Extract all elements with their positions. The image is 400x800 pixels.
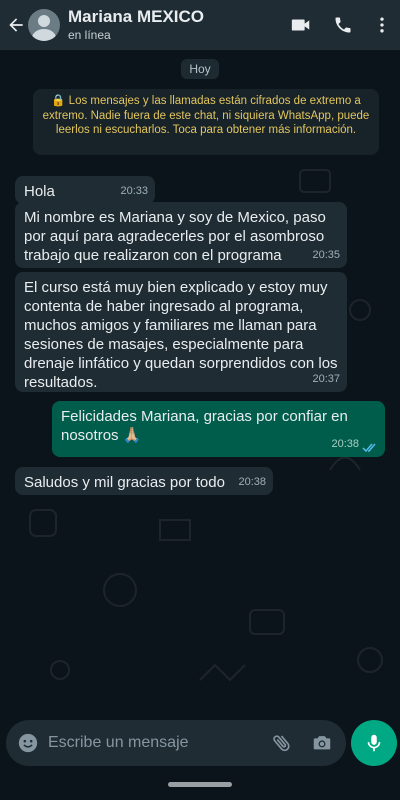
camera-icon	[313, 736, 331, 750]
incoming-message[interactable]: Hola Amigos 20:33	[15, 176, 155, 219]
contact-status: en línea	[68, 28, 111, 42]
encryption-notice[interactable]: 🔒 Los mensajes y las llamadas están cifr…	[33, 89, 379, 155]
double-check-icon	[362, 443, 376, 453]
paperclip-icon	[273, 735, 290, 752]
outgoing-message[interactable]: Felicidades Mariana, gracias por confiar…	[52, 401, 385, 457]
contact-info[interactable]: Mariana MEXICO en línea	[68, 7, 280, 43]
message-time: 20:33	[120, 185, 148, 197]
emoji-button[interactable]	[8, 720, 48, 766]
microphone-icon	[367, 734, 381, 752]
message-composer	[6, 720, 346, 766]
back-button[interactable]	[2, 0, 30, 50]
video-call-button[interactable]	[280, 0, 322, 50]
voice-message-button[interactable]	[351, 720, 397, 766]
date-divider: Hoy	[181, 59, 219, 79]
voice-call-button[interactable]	[322, 0, 364, 50]
message-list[interactable]: Hoy 🔒 Los mensajes y las llamadas están …	[0, 50, 400, 718]
message-input[interactable]	[48, 720, 262, 766]
avatar-body-shape	[32, 29, 56, 41]
message-text: Mi nombre es Mariana y soy de Mexico, pa…	[24, 209, 326, 264]
attach-button[interactable]	[262, 720, 302, 766]
incoming-message[interactable]: El curso está muy bien explicado y estoy…	[15, 272, 347, 392]
emoji-icon	[18, 733, 38, 753]
whatsapp-chat-screen: Mariana MEXICO en línea Hoy 🔒 Los mensaj…	[0, 0, 400, 800]
avatar[interactable]	[28, 9, 60, 41]
message-text: Felicidades Mariana, gracias por confiar…	[61, 408, 348, 444]
more-vertical-icon	[380, 17, 384, 33]
incoming-message[interactable]: Mi nombre es Mariana y soy de Mexico, pa…	[15, 202, 347, 268]
incoming-message[interactable]: Saludos y mil gracias por todo 20:38	[15, 467, 273, 495]
contact-name: Mariana MEXICO	[68, 7, 205, 26]
message-text: El curso está muy bien explicado y estoy…	[24, 279, 338, 391]
phone-icon	[335, 17, 351, 33]
chat-header: Mariana MEXICO en línea	[0, 0, 400, 50]
message-time: 20:37	[312, 373, 340, 385]
arrow-left-icon	[9, 18, 23, 32]
video-camera-icon	[291, 19, 310, 31]
home-gesture-handle[interactable]	[168, 782, 232, 787]
system-navigation-bar	[0, 770, 400, 800]
message-time: 20:35	[312, 249, 340, 261]
message-text: Saludos y mil gracias por todo	[24, 474, 225, 491]
camera-button[interactable]	[302, 720, 342, 766]
avatar-head-shape	[38, 15, 50, 27]
message-time: 20:38	[238, 476, 266, 488]
menu-button[interactable]	[364, 0, 400, 50]
message-time: 20:38	[331, 438, 359, 450]
